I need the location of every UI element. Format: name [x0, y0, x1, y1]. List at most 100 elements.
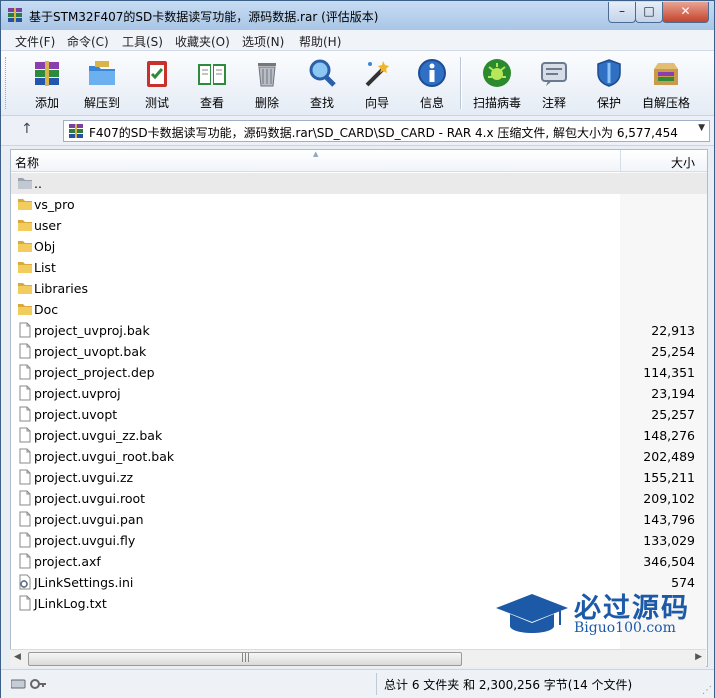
sort-indicator-icon: ▲ [313, 150, 319, 158]
scrollbar-thumb[interactable]: ||| [28, 652, 462, 666]
file-name: project.uvgui.root [34, 491, 146, 506]
column-name-header[interactable]: 名称 [15, 154, 39, 171]
info-label: 信息 [419, 96, 444, 110]
window-title: 基于STM32F407的SD卡数据读写功能，源码数据.rar (评估版本) [29, 10, 379, 24]
comment-button[interactable]: 注释 [526, 54, 582, 112]
file-row[interactable]: project.axf 346,504 [11, 551, 707, 572]
shield-icon [597, 59, 621, 87]
file-icon [19, 406, 31, 422]
view-button[interactable]: 查看 [184, 54, 240, 112]
menu-tools[interactable]: 工具(S) [122, 33, 163, 50]
title-bar: 基于STM32F407的SD卡数据读写功能，源码数据.rar (评估版本) – … [1, 1, 714, 31]
file-row[interactable]: project.uvgui.zz 155,211 [11, 467, 707, 488]
file-name: project_uvopt.bak [34, 344, 147, 359]
file-size: 155,211 [643, 470, 695, 485]
file-name: project_uvproj.bak [34, 323, 150, 338]
file-icon [19, 385, 31, 401]
file-row[interactable]: Libraries [11, 278, 707, 299]
menu-file[interactable]: 文件(F) [15, 33, 55, 50]
file-size: 346,504 [643, 554, 695, 569]
file-icon [19, 595, 31, 611]
file-row[interactable]: project.uvopt 25,257 [11, 404, 707, 425]
file-row[interactable]: project_uvopt.bak 25,254 [11, 341, 707, 362]
file-row[interactable]: project.uvproj 23,194 [11, 383, 707, 404]
info-button[interactable]: 信息 [404, 54, 460, 112]
trash-icon [258, 63, 276, 87]
minimize-button[interactable]: – [608, 2, 636, 23]
virus-scan-icon [483, 59, 511, 87]
comment-icon [541, 62, 567, 86]
file-icon [19, 448, 31, 464]
extract-to-button[interactable]: 解压到 [74, 54, 130, 112]
file-size: 23,194 [651, 386, 695, 401]
file-icon [19, 532, 31, 548]
resize-grip-icon[interactable]: ⋰ [702, 685, 712, 696]
menu-options[interactable]: 选项(N) [242, 33, 284, 50]
path-field[interactable]: F407的SD卡数据读写功能，源码数据.rar\SD_CARD\SD_CARD … [63, 120, 710, 142]
status-bar: 总计 6 文件夹 和 2,300,256 字节(14 个文件) ⋰ [1, 669, 714, 698]
file-icon [19, 364, 31, 380]
scan-virus-label: 扫描病毒 [472, 96, 521, 110]
file-name: Libraries [34, 281, 88, 296]
sfx-button[interactable]: 自解压格 [638, 54, 694, 112]
test-button[interactable]: 测试 [129, 54, 185, 112]
file-row[interactable]: Obj [11, 236, 707, 257]
scroll-right-icon[interactable]: ▶ [695, 652, 702, 662]
parent-folder-icon [18, 178, 32, 189]
add-archive-icon [35, 61, 59, 86]
file-row[interactable]: project.uvgui.pan 143,796 [11, 509, 707, 530]
add-button[interactable]: 添加 [19, 54, 75, 112]
list-header: 名称 ▲ 大小 [11, 150, 707, 172]
watermark: 必过源码 Biguo100.com [494, 584, 704, 644]
sfx-box-icon [654, 63, 678, 85]
find-button[interactable]: 查找 [294, 54, 350, 112]
file-row[interactable]: .. [11, 173, 707, 194]
file-name: JLinkSettings.ini [34, 575, 134, 590]
file-row[interactable]: vs_pro [11, 194, 707, 215]
winrar-window: 基于STM32F407的SD卡数据读写功能，源码数据.rar (评估版本) – … [0, 0, 715, 698]
file-icon [19, 553, 31, 569]
menu-favorites[interactable]: 收藏夹(O) [175, 33, 230, 50]
file-name: project.uvgui.zz [34, 470, 134, 485]
column-divider[interactable] [620, 150, 621, 171]
file-name: project.uvgui.fly [34, 533, 136, 548]
path-dropdown-icon[interactable]: ▼ [698, 123, 705, 133]
file-name: project.uvgui_zz.bak [34, 428, 163, 443]
file-name: .. [34, 176, 42, 191]
up-folder-icon[interactable]: ↑ [21, 121, 33, 137]
scan-virus-button[interactable]: 扫描病毒 [469, 54, 525, 112]
file-icon [19, 427, 31, 443]
protect-button[interactable]: 保护 [581, 54, 637, 112]
file-name: project_project.dep [34, 365, 155, 380]
horizontal-scrollbar[interactable]: ◀ ||| ▶ [10, 649, 706, 667]
file-size: 22,913 [651, 323, 695, 338]
file-row[interactable]: user [11, 215, 707, 236]
column-size-header[interactable]: 大小 [671, 154, 695, 171]
file-row[interactable]: project.uvgui_zz.bak 148,276 [11, 425, 707, 446]
status-divider [376, 673, 377, 695]
menu-bar: 文件(F) 命令(C) 工具(S) 收藏夹(O) 选项(N) 帮助(H) [1, 30, 714, 51]
maximize-button[interactable]: □ [635, 2, 663, 23]
file-row[interactable]: project.uvgui.fly 133,029 [11, 530, 707, 551]
file-row[interactable]: project_project.dep 114,351 [11, 362, 707, 383]
file-row[interactable]: project.uvgui_root.bak 202,489 [11, 446, 707, 467]
wizard-button[interactable]: 向导 [349, 54, 405, 112]
delete-button[interactable]: 删除 [239, 54, 295, 112]
file-size: 143,796 [643, 512, 695, 527]
file-row[interactable]: Doc [11, 299, 707, 320]
view-book-icon [198, 64, 226, 85]
file-row[interactable]: List [11, 257, 707, 278]
close-button[interactable]: ✕ [662, 2, 709, 23]
file-icon [19, 469, 31, 485]
file-name: vs_pro [34, 197, 75, 212]
winrar-logo-icon [8, 8, 22, 22]
scroll-left-icon[interactable]: ◀ [14, 652, 21, 662]
menu-help[interactable]: 帮助(H) [299, 33, 341, 50]
file-row[interactable]: project.uvgui.root 209,102 [11, 488, 707, 509]
file-size: 209,102 [643, 491, 695, 506]
file-row[interactable]: project_uvproj.bak 22,913 [11, 320, 707, 341]
toolbar-grip [5, 57, 9, 109]
file-name: project.uvproj [34, 386, 121, 401]
menu-commands[interactable]: 命令(C) [67, 33, 109, 50]
watermark-site: Biguo100.com [574, 620, 676, 636]
